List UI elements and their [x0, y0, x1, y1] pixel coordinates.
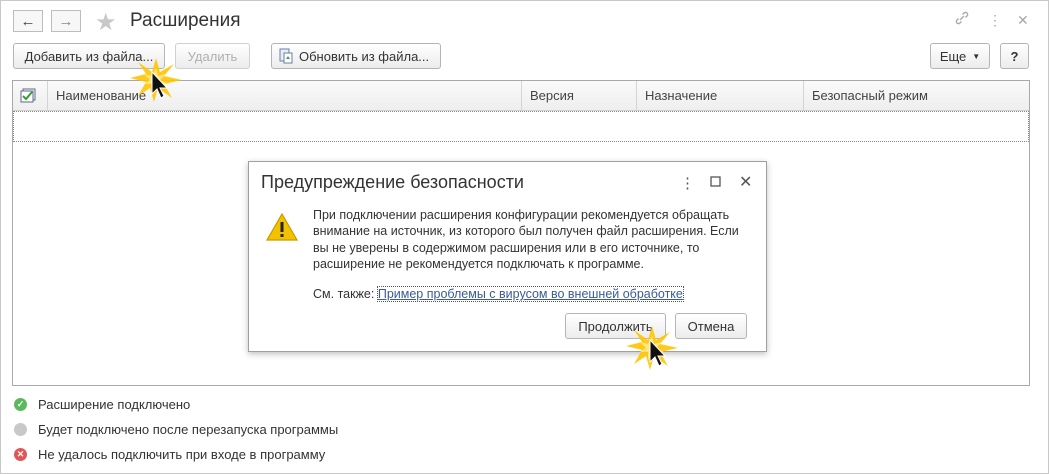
dialog-more-icon[interactable]: ⋮ [680, 174, 695, 192]
help-button[interactable]: ? [1000, 43, 1029, 69]
legend-label: Расширение подключено [38, 397, 191, 412]
legend-item-connected: ✓ Расширение подключено [14, 397, 190, 412]
legend-item-pending: Будет подключено после перезапуска прогр… [14, 422, 338, 437]
warning-icon [265, 212, 299, 245]
dialog-close-icon[interactable]: ✕ [739, 172, 752, 192]
close-icon[interactable]: ✕ [1017, 12, 1029, 29]
back-button[interactable]: ← [13, 10, 43, 32]
arrow-left-icon: ← [20, 12, 36, 30]
page-title: Расширения [130, 10, 241, 31]
column-version[interactable]: Версия [521, 81, 636, 110]
legend-label: Будет подключено после перезапуска прогр… [38, 422, 339, 437]
see-also-label: См. также: [313, 287, 375, 301]
column-safe-mode[interactable]: Безопасный режим [803, 81, 1029, 110]
table-row[interactable] [13, 111, 1029, 142]
security-warning-dialog: Предупреждение безопасности ⋮ ✕ При подк… [248, 161, 767, 352]
more-label: Еще [939, 48, 967, 64]
dialog-title: Предупреждение безопасности [261, 172, 524, 192]
maximize-icon[interactable] [710, 174, 721, 191]
update-from-file-label: Обновить из файла... [299, 48, 430, 64]
column-purpose[interactable]: Назначение [636, 81, 803, 110]
forward-button[interactable]: → [51, 10, 81, 32]
more-vertical-icon[interactable]: ⋮ [988, 12, 1002, 29]
see-also: См. также: Пример проблемы с вирусом во … [313, 286, 684, 302]
legend-label: Не удалось подключить при входе в програ… [38, 447, 326, 462]
link-icon[interactable] [954, 10, 970, 29]
gray-circle-icon [14, 423, 27, 436]
update-from-file-button[interactable]: Обновить из файла... [271, 43, 441, 69]
column-name[interactable]: Наименование [47, 81, 521, 110]
check-circle-icon: ✓ [14, 398, 27, 411]
check-all-icon[interactable] [13, 81, 47, 110]
chevron-down-icon: ▼ [972, 51, 981, 61]
click-highlight-icon [624, 322, 684, 375]
click-highlight-icon [128, 54, 188, 107]
arrow-right-icon: → [58, 12, 74, 30]
legend-item-failed: ✕ Не удалось подключить при входе в прог… [14, 447, 325, 462]
more-dropdown-button[interactable]: Еще ▼ [930, 43, 990, 69]
virus-example-link[interactable]: Пример проблемы с вирусом во внешней обр… [376, 286, 684, 302]
error-circle-icon: ✕ [14, 448, 27, 461]
cancel-button[interactable]: Отмена [675, 313, 747, 339]
dialog-message: При подключении расширения конфигурации … [313, 208, 739, 271]
favorite-star-icon[interactable]: ★ [95, 8, 117, 37]
update-file-icon [278, 48, 294, 64]
